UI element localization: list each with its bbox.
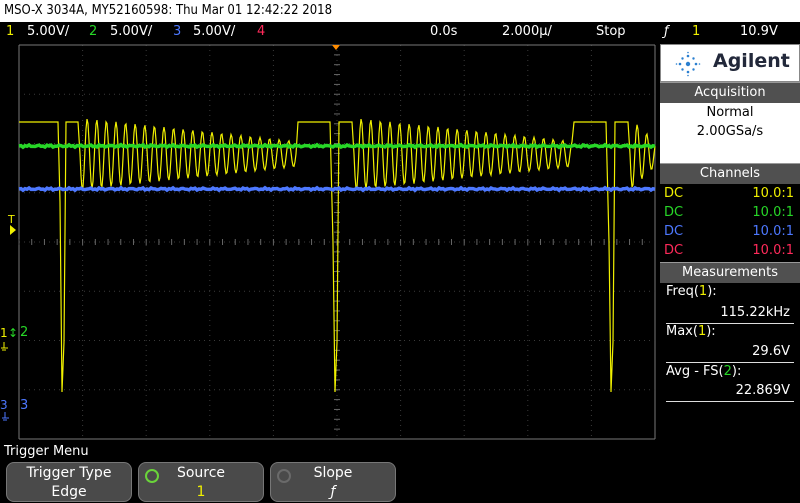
softkey-label: Slope — [313, 465, 353, 481]
trigger-level-marker: T — [7, 213, 15, 226]
trigger-position-marker — [332, 45, 340, 50]
acquisition-mode: Normal — [706, 105, 754, 120]
ch3-ground-marker: 3 — [0, 398, 8, 412]
brand-logo: Agilent — [660, 44, 800, 82]
ch2-waveform — [18, 142, 656, 150]
softkey-slope[interactable]: Slope ƒ — [270, 462, 396, 502]
ch1-scale[interactable]: 5.00V/ — [27, 22, 69, 42]
channel-2-coupling: DC — [664, 205, 684, 220]
acquisition-info: Normal 2.00GSa/s — [660, 103, 800, 163]
channel-row-2[interactable]: DC 10.0:1 — [660, 203, 800, 222]
ch2-ground-marker: ↕ — [8, 326, 18, 340]
softkey-trigger-type[interactable]: Trigger Type Edge — [6, 462, 132, 502]
softkey-value: Edge — [51, 484, 87, 500]
acquisition-header: Acquisition — [660, 82, 800, 103]
measurement-divider — [666, 401, 794, 402]
channel-row-4[interactable]: DC 10.0:1 — [660, 241, 800, 260]
ch3-ground-icon — [2, 412, 9, 421]
ch1-number[interactable]: 1 — [6, 22, 14, 42]
measurements-header: Measurements — [660, 262, 800, 283]
measurement-label-freq[interactable]: Freq(1): — [666, 284, 717, 299]
waveform-display[interactable]: T 1 ↕ 2 3 3 — [0, 42, 660, 442]
run-state[interactable]: Stop — [596, 22, 626, 42]
title-bar: MSO-X 3034A, MY52160598: Thu Mar 01 12:4… — [0, 0, 800, 22]
sample-rate: 2.00GSa/s — [696, 124, 764, 139]
channel-4-probe: 10.0:1 — [752, 243, 794, 258]
channels-header: Channels — [660, 163, 800, 184]
measurement-value-max: 29.6V — [752, 344, 790, 359]
ch2-scale[interactable]: 5.00V/ — [110, 22, 152, 42]
channel-1-coupling: DC — [664, 186, 684, 201]
status-bar: 1 5.00V/ 2 5.00V/ 3 5.00V/ 4 0.0s 2.000µ… — [0, 22, 800, 42]
ch3-ground-label: 3 — [20, 398, 28, 413]
measurement-divider — [666, 362, 794, 363]
measurement-label-avg[interactable]: Avg - FS(2): — [666, 364, 741, 379]
channel-3-probe: 10.0:1 — [752, 224, 794, 239]
ch3-waveform — [18, 185, 656, 193]
waveform-graticule: T 1 ↕ 2 3 3 — [0, 44, 656, 440]
graticule-grid — [18, 44, 656, 440]
ch2-ground-label: 2 — [20, 325, 28, 340]
channel-3-coupling: DC — [664, 224, 684, 239]
side-panel: Agilent Acquisition Normal 2.00GSa/s Cha… — [660, 42, 800, 442]
agilent-spark-icon — [675, 51, 701, 77]
softkey-label: Source — [176, 465, 226, 481]
channel-row-1[interactable]: DC 10.0:1 — [660, 184, 800, 203]
menu-title: Trigger Menu — [0, 442, 800, 462]
ch4-number[interactable]: 4 — [257, 22, 265, 42]
ch3-scale[interactable]: 5.00V/ — [193, 22, 235, 42]
measurement-label-max[interactable]: Max(1): — [666, 324, 716, 339]
ch2-number[interactable]: 2 — [89, 22, 97, 42]
softkey-value: 1 — [196, 484, 206, 500]
trigger-source[interactable]: 1 — [692, 22, 700, 42]
softkey-label: Trigger Type — [26, 465, 112, 481]
ch1-ground-marker: 1 — [0, 326, 8, 340]
measurement-value-avg: 22.869V — [735, 383, 790, 398]
brand-name: Agilent — [713, 50, 790, 72]
channel-4-coupling: DC — [664, 243, 684, 258]
ch3-number[interactable]: 3 — [173, 22, 181, 42]
softkey-value: ƒ — [330, 484, 336, 500]
channel-1-probe: 10.0:1 — [752, 186, 794, 201]
time-delay[interactable]: 0.0s — [430, 22, 457, 42]
time-scale[interactable]: 2.000µ/ — [502, 22, 552, 42]
trigger-edge-icon: ƒ — [664, 24, 669, 39]
trigger-level-arrow-icon — [10, 225, 16, 235]
trigger-level[interactable]: 10.9V — [740, 22, 778, 42]
softkey-source[interactable]: Source 1 — [138, 462, 264, 502]
channel-2-probe: 10.0:1 — [752, 205, 794, 220]
ch1-ground-icon — [1, 342, 8, 351]
measurement-value-freq: 115.22kHz — [720, 305, 790, 320]
channel-row-3[interactable]: DC 10.0:1 — [660, 222, 800, 241]
